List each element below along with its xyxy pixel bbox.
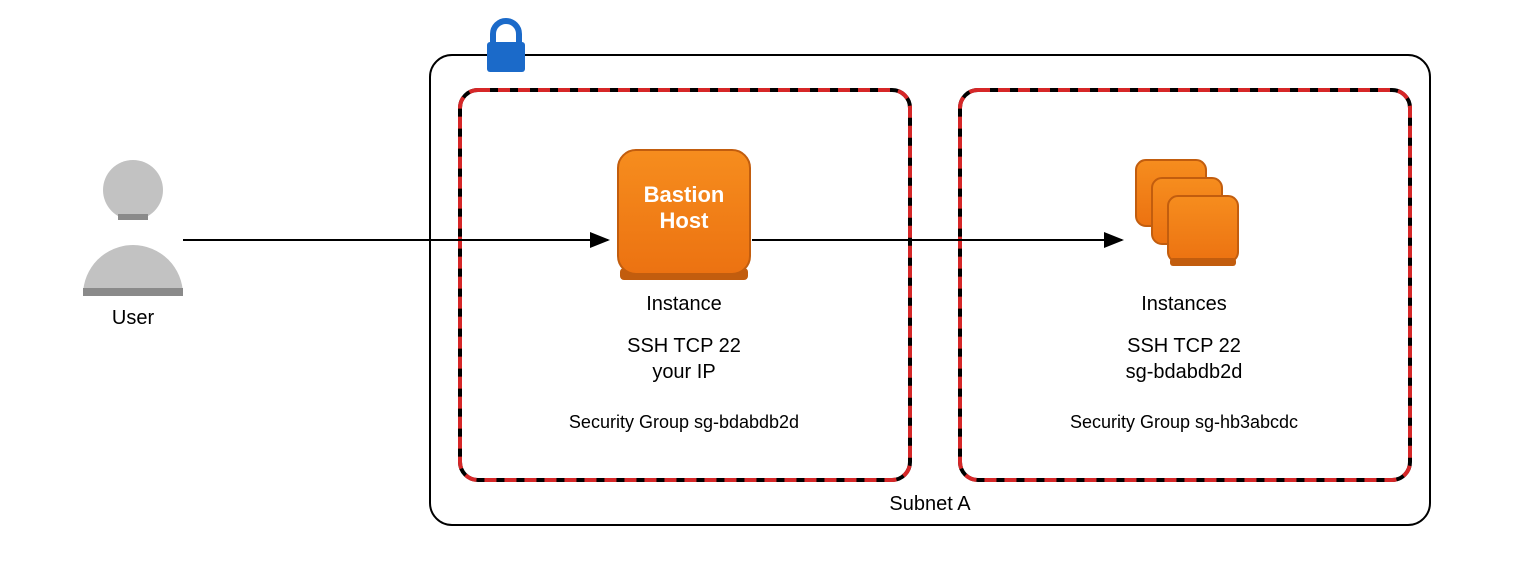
bastion-rule-1: SSH TCP 22: [627, 335, 741, 357]
bastion-security-group: Bastion Host Instance SSH TCP 22 your IP…: [460, 90, 910, 480]
instances-rule-1: SSH TCP 22: [1127, 335, 1241, 357]
subnet-box: [430, 55, 1430, 525]
user-label: User: [112, 307, 155, 329]
user-icon: [83, 160, 183, 296]
instances-icon: [1136, 160, 1238, 266]
bastion-sg-label: Security Group sg-bdabdb2d: [569, 412, 799, 432]
bastion-subtitle: Host: [660, 208, 710, 233]
instances-security-group: Instances SSH TCP 22 sg-bdabdb2d Securit…: [960, 90, 1410, 480]
architecture-diagram: User Subnet A Bastion Host Instance SSH …: [0, 0, 1535, 577]
lock-icon: [487, 21, 525, 72]
bastion-title: Bastion: [644, 182, 725, 207]
instances-label: Instances: [1141, 293, 1227, 315]
instances-sg-label: Security Group sg-hb3abcdc: [1070, 412, 1298, 432]
bastion-instance-label: Instance: [646, 293, 722, 315]
instances-rule-2: sg-bdabdb2d: [1126, 361, 1243, 383]
bastion-rule-2: your IP: [652, 361, 715, 383]
subnet-label: Subnet A: [889, 493, 971, 515]
